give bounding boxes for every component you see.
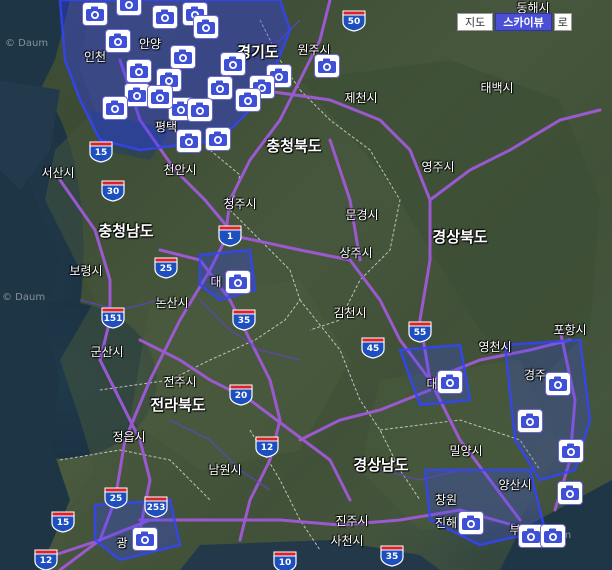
city-label-jeonju: 전주시 xyxy=(163,375,197,389)
roadview-camera-icon[interactable] xyxy=(205,127,231,151)
city-label-sangju: 상주시 xyxy=(339,246,373,260)
map-type-control: 지도 스카이뷰 로 xyxy=(457,13,572,31)
roadview-camera-icon[interactable] xyxy=(193,15,219,39)
roadview-camera-icon[interactable] xyxy=(187,98,213,122)
map-type-map-button[interactable]: 지도 xyxy=(457,13,494,31)
highway-shield-45: 45 xyxy=(361,337,385,359)
province-label-chungnam: 충청남도 xyxy=(98,222,154,240)
city-label-daejeon: 대 xyxy=(210,275,222,289)
city-label-jinju: 진주시 xyxy=(335,514,369,528)
highway-shield-35: 35 xyxy=(232,309,256,331)
highway-shield-1: 1 xyxy=(218,225,242,247)
city-label-miryang: 밀양시 xyxy=(449,444,483,458)
province-label-chungbuk: 충청북도 xyxy=(266,137,322,155)
city-label-yangsan: 양산시 xyxy=(498,478,532,492)
roadview-camera-icon[interactable] xyxy=(225,270,251,294)
roadview-camera-icon[interactable] xyxy=(147,85,173,109)
city-label-namwon: 남원시 xyxy=(208,463,242,477)
city-label-cheonan: 천안시 xyxy=(163,163,197,177)
roadview-camera-icon[interactable] xyxy=(220,52,246,76)
map-type-skyview-button[interactable]: 스카이뷰 xyxy=(495,13,552,31)
roadview-camera-icon[interactable] xyxy=(557,481,583,505)
highway-shield-12: 12 xyxy=(255,436,279,458)
city-label-sacheon: 사천시 xyxy=(330,534,364,548)
roadview-camera-icon[interactable] xyxy=(152,5,178,29)
roadview-camera-icon[interactable] xyxy=(102,96,128,120)
highway-shield-35: 35 xyxy=(380,545,404,567)
city-label-nonsan: 논산시 xyxy=(155,296,189,310)
city-label-incheon: 인천 xyxy=(83,50,107,64)
roadview-camera-icon[interactable] xyxy=(132,527,158,551)
city-label-gyeongju: 경주 xyxy=(523,368,547,382)
skyview-map[interactable]: © Daum © Daum © Daum 경기도 충청북도 충청남도 경상북도 … xyxy=(0,0,612,570)
city-label-taebaek: 태백시 xyxy=(480,81,514,95)
roadview-camera-icon[interactable] xyxy=(314,54,340,78)
city-label-seosan: 서산시 xyxy=(41,166,75,180)
city-label-mungyeong: 문경시 xyxy=(345,208,379,222)
roadview-camera-icon[interactable] xyxy=(558,439,584,463)
city-label-jinhae: 진해 xyxy=(434,516,458,530)
roadview-camera-icon[interactable] xyxy=(207,76,233,100)
roadview-camera-icon[interactable] xyxy=(126,59,152,83)
city-label-boryeong: 보령시 xyxy=(69,264,103,278)
roadview-camera-icon[interactable] xyxy=(437,370,463,394)
city-label-gunsan: 군산시 xyxy=(90,345,124,359)
city-label-yeongju: 영주시 xyxy=(421,160,455,174)
city-label-jeongeup: 정읍시 xyxy=(112,430,146,444)
city-label-yeongcheon: 영천시 xyxy=(478,340,512,354)
highway-shield-20: 20 xyxy=(229,384,253,406)
highway-shield-15: 15 xyxy=(51,511,75,533)
city-label-cheongju: 청주시 xyxy=(223,197,257,211)
roadview-camera-icon[interactable] xyxy=(458,511,484,535)
roadview-camera-icon[interactable] xyxy=(176,129,202,153)
city-label-gimcheon: 김천시 xyxy=(333,306,367,320)
highway-shield-25: 25 xyxy=(154,257,178,279)
province-label-gyeongnam: 경상남도 xyxy=(353,456,409,474)
city-label-jecheon: 제천시 xyxy=(344,91,378,105)
roadview-camera-icon[interactable] xyxy=(170,45,196,69)
highway-shield-253: 253 xyxy=(144,496,168,518)
roadview-camera-icon[interactable] xyxy=(517,409,543,433)
highway-shield-25: 25 xyxy=(104,487,128,509)
roadview-camera-icon[interactable] xyxy=(105,29,131,53)
highway-shield-10: 10 xyxy=(273,551,297,570)
city-label-daegu: 대 xyxy=(426,377,438,391)
city-label-anyang: 안양 xyxy=(138,37,162,51)
roadview-camera-icon[interactable] xyxy=(540,524,566,548)
daum-watermark: © Daum xyxy=(5,38,49,49)
province-label-gyeongbuk: 경상북도 xyxy=(432,228,488,246)
highway-shield-55: 55 xyxy=(408,321,432,343)
city-label-pohang: 포항시 xyxy=(553,323,587,337)
highway-shield-15: 15 xyxy=(89,141,113,163)
province-label-jeonbuk: 전라북도 xyxy=(150,396,206,414)
highway-shield-30: 30 xyxy=(101,180,125,202)
daum-watermark: © Daum xyxy=(2,292,46,303)
roadview-camera-icon[interactable] xyxy=(116,0,142,16)
highway-shield-151: 151 xyxy=(101,307,125,329)
roadview-camera-icon[interactable] xyxy=(545,372,571,396)
map-type-hybrid-button[interactable]: 로 xyxy=(553,13,572,31)
roadview-camera-icon[interactable] xyxy=(235,88,261,112)
roadview-camera-icon[interactable] xyxy=(82,2,108,26)
city-label-gwangju: 광 xyxy=(116,536,128,550)
highway-shield-12: 12 xyxy=(34,549,58,570)
highway-shield-50: 50 xyxy=(342,10,366,32)
city-label-changwon: 창원 xyxy=(434,493,458,507)
city-label-pyeongtaek: 평택 xyxy=(154,120,178,134)
